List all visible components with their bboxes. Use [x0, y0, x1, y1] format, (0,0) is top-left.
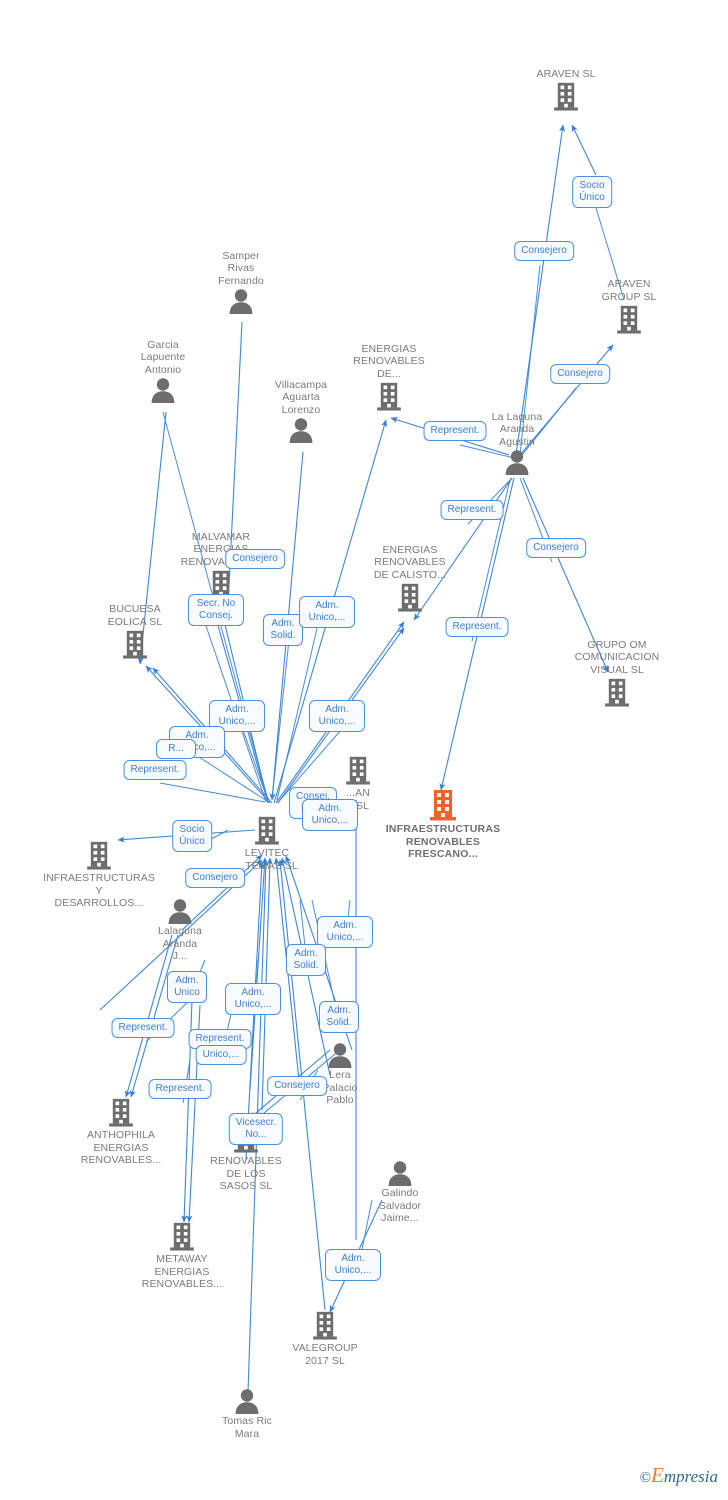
edge-label-l14[interactable]: R... [156, 739, 196, 759]
graph-node-valegroup[interactable]: VALEGROUP 2017 SL [250, 1310, 400, 1367]
edge-label-l28[interactable]: Unico,... [195, 1045, 247, 1065]
node-label: Samper Rivas Fernando [218, 249, 264, 287]
node-label: ARAVEN GROUP SL [601, 278, 657, 303]
edge-label-l23[interactable]: Adm. Solid. [319, 1001, 359, 1033]
building-icon [335, 582, 485, 613]
edge-label-l02[interactable]: Consejero [514, 241, 574, 261]
network-graph-canvas[interactable]: ARAVEN SL ARAVEN GROUP SL GRUPO OM COMUNIC… [0, 0, 728, 1500]
edge-label-l07[interactable]: Represent. [445, 617, 509, 637]
edge-label-l04[interactable]: Represent. [423, 421, 487, 441]
graph-node-ener_ren_calisto[interactable]: ENERGIAS RENOVABLES DE CALISTO... [335, 544, 485, 614]
node-label: RENOVABLES DE LOS SASOS SL [210, 1155, 282, 1192]
graph-node-garcia_lapuente[interactable]: Garcia Lapuente Antonio [88, 338, 238, 403]
node-label: Lalaguna Aranda J... [157, 925, 202, 962]
node-label: Tomas Ric Mara [222, 1415, 272, 1440]
graph-node-villacampa[interactable]: Villacampa Aguarta Lorenzo [226, 378, 376, 443]
graph-node-araven_group[interactable]: ARAVEN GROUP SL [554, 278, 704, 335]
graph-node-lera_palacio[interactable]: Lera Palacio Pablo [265, 1042, 415, 1107]
person-icon [166, 288, 316, 314]
edge-label-l10[interactable]: Adm. Solid. [263, 614, 303, 646]
edge-label-l22[interactable]: Adm. Solid. [286, 944, 326, 976]
edge-label-l29[interactable]: Represent. [148, 1079, 212, 1099]
node-label: METAWAY ENERGIAS RENOVABLES... [141, 1253, 223, 1290]
person-icon [325, 1160, 475, 1186]
graph-node-frescano[interactable]: INFRAESTRUCTURAS RENOVABLES FRESCANO... [368, 788, 518, 861]
node-label: GRUPO OM COMUNICACION VISUAL SL [574, 638, 660, 676]
person-icon [226, 417, 376, 443]
edge-label-l30[interactable]: Consejero [267, 1076, 327, 1096]
building-icon [107, 1221, 257, 1252]
graph-node-lalaguna_j[interactable]: Lalaguna Aranda J... [105, 898, 255, 963]
edge-label-l16[interactable]: Adm. Unico,... [309, 700, 365, 732]
edge-label-l31[interactable]: Vicesecr. No... [228, 1113, 284, 1145]
node-label: VALEGROUP 2017 SL [292, 1342, 358, 1367]
brand-initial: E [651, 1463, 664, 1487]
building-icon [250, 1310, 400, 1341]
edge-label-l17[interactable]: Socio Único [172, 820, 212, 852]
person-icon [172, 1388, 322, 1414]
graph-node-galindo_salvador[interactable]: Galindo Salvador Jaime... [325, 1160, 475, 1225]
edge-label-l25[interactable]: Adm. Unico,... [225, 983, 281, 1015]
person-icon [265, 1042, 415, 1068]
building-icon [554, 304, 704, 335]
node-label: ENERGIAS RENOVABLES DE... [353, 342, 425, 380]
node-label: INFRAESTRUCTURAS RENOVABLES FRESCANO... [385, 823, 501, 860]
building-icon [542, 677, 692, 708]
edge-label-l08[interactable]: Consejero [225, 549, 285, 569]
graph-node-araven[interactable]: ARAVEN SL [491, 68, 641, 113]
graph-node-metaway[interactable]: METAWAY ENERGIAS RENOVABLES... [107, 1221, 257, 1291]
edge-label-l15[interactable]: Represent. [123, 760, 187, 780]
edge-label-l26[interactable]: Represent. [111, 1018, 175, 1038]
person-icon [105, 898, 255, 924]
building-icon [283, 755, 433, 786]
brand-name: mpresia [663, 1467, 718, 1486]
node-label: ENERGIAS RENOVABLES DE CALISTO... [373, 543, 447, 581]
graph-node-tomas_ric[interactable]: Tomas Ric Mara [172, 1388, 322, 1440]
person-icon [88, 377, 238, 403]
edge-label-l21[interactable]: Adm. Unico,... [317, 916, 373, 948]
edge-label-l09[interactable]: Secr. No Consej. [188, 594, 244, 626]
edge-label-l11[interactable]: Adm. Unico,... [299, 596, 355, 628]
node-label: Galindo Salvador Jaime... [378, 1187, 422, 1224]
edge-label-l24[interactable]: Adm. Unico [167, 971, 207, 1003]
building-icon [491, 81, 641, 112]
node-label: Garcia Lapuente Antonio [140, 338, 186, 376]
node-label: ARAVEN SL [536, 67, 596, 80]
person-icon [442, 449, 592, 475]
building-icon-highlighted [368, 788, 518, 822]
copyright-symbol: © [639, 1470, 652, 1486]
graph-node-samper_rivas[interactable]: Samper Rivas Fernando [166, 249, 316, 314]
empresia-watermark: ©Empresia [640, 1463, 718, 1488]
edge-label-l18[interactable]: Consejero [185, 868, 245, 888]
graph-node-grupo_om[interactable]: GRUPO OM COMUNICACION VISUAL SL [542, 639, 692, 709]
building-icon [60, 629, 210, 660]
node-label: Villacampa Aguarta Lorenzo [274, 378, 328, 416]
edge-label-l03[interactable]: Consejero [550, 364, 610, 384]
edge-label-l32[interactable]: Adm. Unico,... [325, 1249, 381, 1281]
edge-label-l01[interactable]: Socio Único [572, 176, 612, 208]
edge-label-l06[interactable]: Consejero [526, 538, 586, 558]
edge-label-l05[interactable]: Represent. [440, 500, 504, 520]
edge-label-l20[interactable]: Adm. Unico,... [302, 799, 358, 831]
building-icon [24, 840, 174, 871]
